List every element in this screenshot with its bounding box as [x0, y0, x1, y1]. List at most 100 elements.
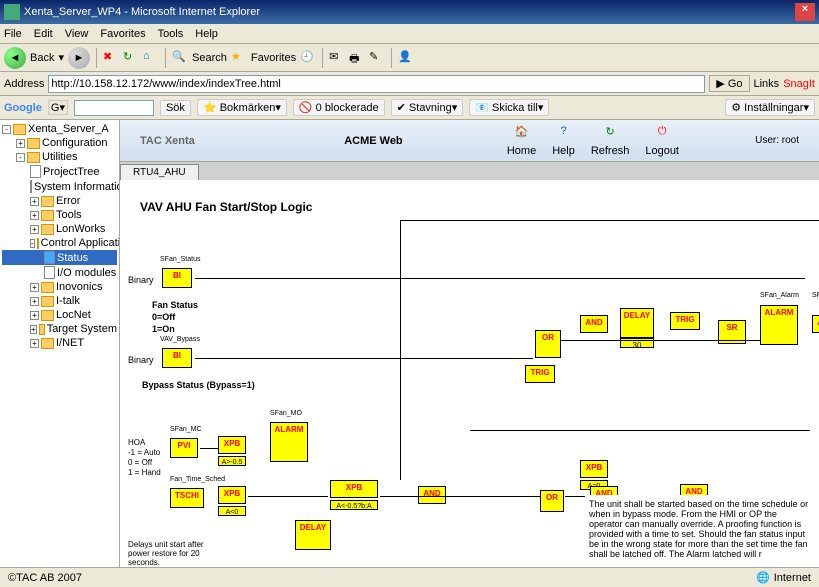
address-bar: Address ▶ Go Links SnagIt — [0, 72, 819, 96]
menu-help[interactable]: Help — [195, 28, 218, 40]
tree-error[interactable]: +Error — [2, 194, 117, 208]
block-and2[interactable]: AND — [418, 486, 446, 504]
blockerade-button[interactable]: 🚫 0 blockerade — [293, 99, 385, 116]
block-alarm1[interactable]: ALARM — [760, 305, 798, 345]
back-button[interactable]: ◄ — [4, 47, 26, 69]
block-xpb1[interactable]: XPB — [218, 436, 246, 454]
status-right: 🌐 Internet — [756, 571, 811, 584]
go-button[interactable]: ▶ Go — [709, 75, 749, 92]
print-icon[interactable]: 🖶 — [349, 50, 365, 66]
label-bypass: Bypass Status (Bypass=1) — [142, 380, 255, 390]
bokmarken-button[interactable]: ⭐ Bokmärken▾ — [197, 99, 287, 116]
mail-icon[interactable]: ✉ — [329, 50, 345, 66]
tree-sysinfo[interactable]: System Information — [2, 179, 117, 194]
block-or2[interactable]: OR — [540, 490, 564, 512]
back-label[interactable]: Back — [30, 52, 54, 64]
main-panel: TAC Xenta ACME Web 🏠Home ?Help ↻Refresh … — [120, 120, 819, 567]
history-icon[interactable]: 🕘 — [300, 50, 316, 66]
menu-edit[interactable]: Edit — [34, 28, 53, 40]
block-xpb3[interactable]: XPB — [330, 480, 378, 498]
label-binary2: Binary — [128, 355, 154, 365]
menu-view[interactable]: View — [65, 28, 89, 40]
tree-controlapps[interactable]: -Control Applications — [2, 236, 117, 250]
search-label[interactable]: Search — [192, 52, 227, 64]
label-on: 1=On — [152, 324, 175, 334]
block-bi1[interactable]: BI — [162, 268, 192, 288]
refresh-icon[interactable]: ↻ — [123, 50, 139, 66]
tree-utilities[interactable]: -Utilities — [2, 150, 117, 164]
menu-file[interactable]: File — [4, 28, 22, 40]
tree-lonworks[interactable]: +LonWorks — [2, 222, 117, 236]
tree-tools[interactable]: +Tools — [2, 208, 117, 222]
block-or[interactable]: OR — [535, 330, 561, 358]
logout-icon: ⏻ — [652, 125, 672, 145]
block-alarm2[interactable]: ALARM — [270, 422, 308, 462]
block-tschi[interactable]: TSCHI — [170, 488, 204, 508]
favorites-icon[interactable]: ★ — [231, 50, 247, 66]
skicka-button[interactable]: 📧 Skicka till▾ — [469, 99, 549, 116]
label-hoa-hand: 1 = Hand — [128, 468, 161, 477]
tree-locnet[interactable]: +LocNet — [2, 308, 117, 322]
tree-status[interactable]: Status — [2, 250, 117, 265]
title-bar: Xenta_Server_WP4 - Microsoft Internet Ex… — [0, 0, 819, 24]
google-toolbar: Google G▾ Sök ⭐ Bokmärken▾ 🚫 0 blockerad… — [0, 96, 819, 120]
tree-target[interactable]: +Target System — [2, 322, 117, 336]
block-trig2[interactable]: TRIG — [525, 365, 555, 383]
menu-bar: File Edit View Favorites Tools Help — [0, 24, 819, 44]
block-xpb4[interactable]: XPB — [580, 460, 608, 478]
nav-logout[interactable]: ⏻Logout — [645, 125, 679, 157]
google-search[interactable] — [74, 100, 154, 116]
sok-button[interactable]: Sök — [160, 100, 191, 116]
label-sfan-status: SFan_Status — [160, 256, 200, 263]
label-hoa-auto: -1 = Auto — [128, 448, 160, 457]
tab-rtu4[interactable]: RTU4_AHU — [120, 164, 199, 180]
label-sfan-mo: SFan_MO — [270, 410, 302, 417]
tree-root[interactable]: -Xenta_Server_A — [2, 122, 117, 136]
messenger-icon[interactable]: 👤 — [398, 50, 414, 66]
forward-button[interactable]: ► — [68, 47, 90, 69]
status-left: ©TAC AB 2007 — [8, 572, 82, 584]
label-fan-time: Fan_Time_Sched — [170, 476, 225, 483]
tac-logo: TAC Xenta — [140, 135, 240, 147]
home-icon: 🏠 — [512, 125, 532, 145]
block-and-r[interactable]: AND — [812, 315, 819, 333]
block-delay2[interactable]: DELAY — [295, 520, 331, 550]
home-icon[interactable]: ⌂ — [143, 50, 159, 66]
block-xpb2[interactable]: XPB — [218, 486, 246, 504]
label-vav-bypass: VAV_Bypass — [160, 336, 200, 343]
tree-inovonics[interactable]: +Inovonics — [2, 280, 117, 294]
stavning-button[interactable]: ✔ Stavning▾ — [391, 99, 464, 116]
menu-tools[interactable]: Tools — [158, 28, 184, 40]
favorites-label[interactable]: Favorites — [251, 52, 296, 64]
installningar-button[interactable]: ⚙ Inställningar▾ — [725, 99, 815, 116]
menu-favorites[interactable]: Favorites — [100, 28, 145, 40]
block-pvi[interactable]: PVI — [170, 438, 198, 458]
nav-refresh[interactable]: ↻Refresh — [591, 125, 630, 157]
block-delay1[interactable]: DELAY — [620, 308, 654, 338]
block-a-range: A<-0.5?b:A — [330, 500, 378, 510]
diagram-canvas[interactable]: VAV AHU Fan Start/Stop Logic Binary BI S… — [120, 180, 819, 567]
links-label[interactable]: Links — [754, 78, 780, 90]
nav-help[interactable]: ?Help — [552, 125, 575, 157]
stop-icon[interactable]: ✖ — [103, 50, 119, 66]
snagit-button[interactable]: SnagIt — [783, 78, 815, 90]
refresh-icon: ↻ — [600, 125, 620, 145]
ie-toolbar: ◄ Back ▾ ► ✖ ↻ ⌂ 🔍 Search ★ Favorites 🕘 … — [0, 44, 819, 72]
help-icon: ? — [554, 125, 574, 145]
tree-config[interactable]: +Configuration — [2, 136, 117, 150]
address-input[interactable] — [48, 75, 705, 93]
tree-projecttree[interactable]: ProjectTree — [2, 164, 117, 179]
block-bi2[interactable]: BI — [162, 348, 192, 368]
edit-icon[interactable]: ✎ — [369, 50, 385, 66]
search-icon[interactable]: 🔍 — [172, 50, 188, 66]
close-button[interactable]: × — [795, 3, 815, 21]
block-and1[interactable]: AND — [580, 315, 608, 333]
block-trig1[interactable]: TRIG — [670, 312, 700, 330]
tree-inet[interactable]: +I/NET — [2, 336, 117, 350]
app-icon — [4, 4, 20, 20]
nav-home[interactable]: 🏠Home — [507, 125, 536, 157]
status-bar: ©TAC AB 2007 🌐 Internet — [0, 567, 819, 587]
tree-iomodules[interactable]: I/O modules — [2, 265, 117, 280]
tree-italk[interactable]: +I-talk — [2, 294, 117, 308]
app-title: ACME Web — [240, 135, 507, 147]
